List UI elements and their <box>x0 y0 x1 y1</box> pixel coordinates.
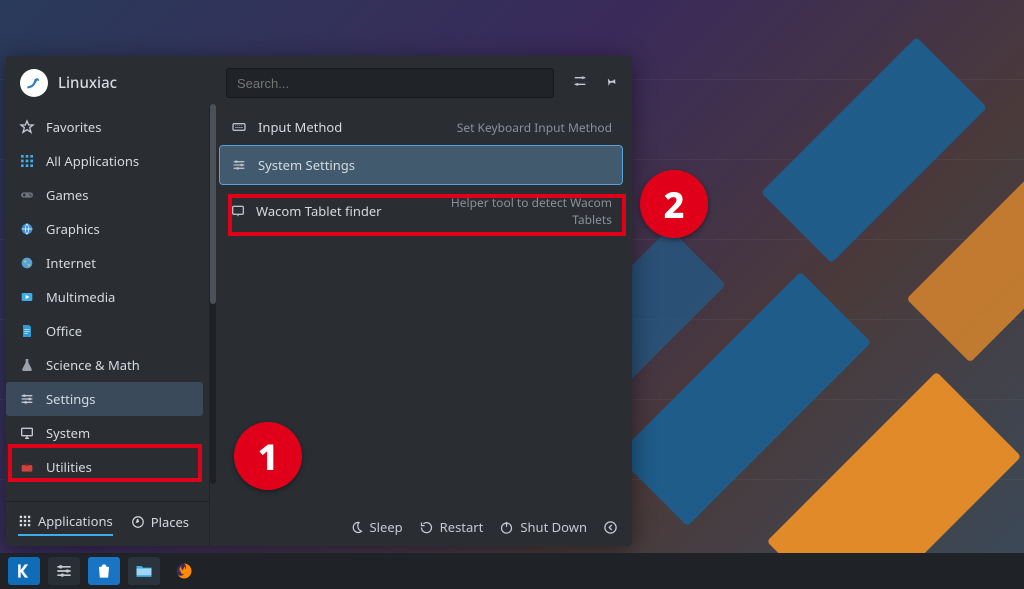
sidebar-item-label: Graphics <box>46 220 100 238</box>
restart-icon <box>419 520 434 535</box>
tablet-icon <box>230 202 246 220</box>
sidebar-item-multimedia[interactable]: Multimedia <box>6 280 203 314</box>
sidebar-item-label: Office <box>46 322 82 340</box>
bird-icon <box>26 75 42 91</box>
sidebar-item-label: System <box>46 424 90 442</box>
sidebar-item-label: All Applications <box>46 152 139 170</box>
sidebar-item-label: Games <box>46 186 88 204</box>
sliders-icon <box>54 561 74 581</box>
sidebar-item-internet[interactable]: Internet <box>6 246 203 280</box>
sidebar-item-label: Internet <box>46 254 96 272</box>
sidebar-scrollbar-thumb[interactable] <box>210 104 216 304</box>
sidebar-item-label: Settings <box>46 390 95 408</box>
more-button[interactable] <box>603 518 618 536</box>
keyboard-icon <box>230 118 248 136</box>
app-description: Set Keyboard Input Method <box>457 119 612 136</box>
taskbar-kde-launcher[interactable] <box>8 557 40 585</box>
search-input[interactable] <box>226 68 554 98</box>
sidebar-footer: Applications Places <box>6 501 209 546</box>
sidebar-item-system[interactable]: System <box>6 416 203 450</box>
app-item-wacom-finder[interactable]: Wacom Tablet finder Helper tool to detect… <box>220 184 622 238</box>
sidebar-item-allapps[interactable]: All Applications <box>6 144 203 178</box>
pin-icon[interactable] <box>602 73 618 93</box>
chevron-left-circle-icon <box>603 520 618 535</box>
sleep-button[interactable]: Sleep <box>349 518 403 536</box>
kde-icon <box>14 561 34 581</box>
document-icon <box>18 322 36 340</box>
app-name-label: Input Method <box>258 118 423 136</box>
globe-blue-icon <box>18 220 36 238</box>
launcher-header: Linuxiac <box>6 56 632 108</box>
power-actions: Sleep Restart Shut Down <box>210 518 632 536</box>
sidebar-item-graphics[interactable]: Graphics <box>6 212 203 246</box>
settings-icon <box>230 156 248 174</box>
app-item-system-settings[interactable]: System Settings <box>220 146 622 184</box>
taskbar-discover[interactable] <box>88 557 120 585</box>
taskbar-files[interactable] <box>128 557 160 585</box>
folder-icon <box>134 561 154 581</box>
user-avatar[interactable] <box>20 69 48 97</box>
tab-places[interactable]: Places <box>131 512 189 536</box>
taskbar-firefox[interactable] <box>168 557 200 585</box>
system-icon <box>18 424 36 442</box>
category-sidebar: Favorites All Applications Games Graphics In… <box>6 108 210 546</box>
sidebar-item-games[interactable]: Games <box>6 178 203 212</box>
username-label: Linuxiac <box>58 73 117 93</box>
sidebar-item-settings[interactable]: Settings <box>6 382 203 416</box>
toolbox-icon <box>18 458 36 476</box>
shopping-bag-icon <box>94 561 114 581</box>
sidebar-item-favorites[interactable]: Favorites <box>6 110 203 144</box>
grid-icon <box>18 514 32 528</box>
app-item-input-method[interactable]: Input Method Set Keyboard Input Method <box>220 108 622 146</box>
moon-icon <box>349 520 364 535</box>
globe-icon <box>18 254 36 272</box>
restart-button[interactable]: Restart <box>419 518 484 536</box>
power-icon <box>499 520 514 535</box>
star-outline-icon <box>18 118 36 136</box>
tab-applications-label: Applications <box>38 512 113 530</box>
application-launcher: Linuxiac Favorites All Applications Games G… <box>6 56 632 546</box>
grid-icon <box>18 152 36 170</box>
sidebar-item-label: Utilities <box>46 458 92 476</box>
sidebar-item-label: Favorites <box>46 118 101 136</box>
settings-icon <box>18 390 36 408</box>
shutdown-button[interactable]: Shut Down <box>499 518 587 536</box>
settings-toggle-icon[interactable] <box>572 73 588 93</box>
compass-icon <box>131 515 145 529</box>
sidebar-item-utilities[interactable]: Utilities <box>6 450 203 484</box>
sidebar-item-label: Science & Math <box>46 356 140 374</box>
sidebar-item-label: Multimedia <box>46 288 115 306</box>
gamepad-icon <box>18 186 36 204</box>
app-description: Helper tool to detect Wacom Tablets <box>431 194 612 228</box>
firefox-icon <box>174 561 194 581</box>
application-list: Input Method Set Keyboard Input Method Sys… <box>210 108 632 546</box>
taskbar-settings[interactable] <box>48 557 80 585</box>
sidebar-item-science[interactable]: Science & Math <box>6 348 203 382</box>
taskbar <box>0 553 1024 589</box>
app-name-label: Wacom Tablet finder <box>256 202 421 220</box>
sleep-label: Sleep <box>370 518 403 536</box>
flask-icon <box>18 356 36 374</box>
app-name-label: System Settings <box>258 156 423 174</box>
shutdown-label: Shut Down <box>520 518 587 536</box>
restart-label: Restart <box>440 518 484 536</box>
tab-places-label: Places <box>151 513 189 531</box>
tab-applications[interactable]: Applications <box>18 512 113 536</box>
sidebar-item-office[interactable]: Office <box>6 314 203 348</box>
media-icon <box>18 288 36 306</box>
